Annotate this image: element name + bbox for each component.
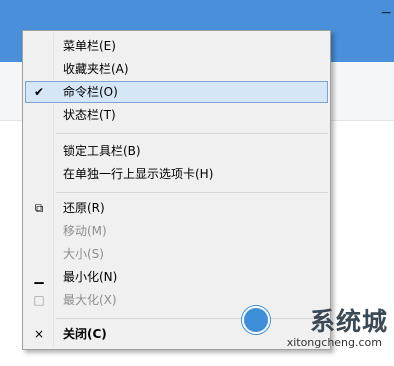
menu-item-tabs-on-separate-row[interactable]: 在单独一行上显示选项卡(H)	[25, 163, 328, 185]
restore-icon: ⧉	[34, 201, 44, 215]
menu-separator	[56, 133, 328, 134]
status-bar-check	[31, 107, 47, 123]
menu-item-status-bar[interactable]: 状态栏(T)	[25, 104, 328, 126]
menu-item-label: 命令栏(O)	[63, 85, 118, 99]
menu-item-label: 菜单栏(E)	[63, 39, 116, 53]
site-watermark: 系统城 xitongcheng.com	[228, 298, 388, 358]
menu-item-label: 关闭(C)	[63, 327, 107, 341]
minimize-window-icon[interactable]: −	[380, 6, 392, 20]
minimize-icon: ▁	[34, 270, 44, 284]
menu-item-move: 移动(M)	[25, 220, 328, 242]
close-icon: ×	[33, 327, 45, 341]
menu-item-restore[interactable]: ⧉ 还原(R)	[25, 197, 328, 219]
menu-item-label: 收藏夹栏(A)	[63, 62, 129, 76]
menu-item-label: 移动(M)	[63, 224, 107, 238]
menu-item-favorites-bar[interactable]: 收藏夹栏(A)	[25, 58, 328, 80]
menu-item-command-bar[interactable]: ✔ 命令栏(O)	[25, 81, 328, 103]
menu-item-lock-toolbars[interactable]: 锁定工具栏(B)	[25, 140, 328, 162]
menu-item-label: 最小化(N)	[63, 270, 118, 284]
menu-item-menubar[interactable]: 菜单栏(E)	[25, 35, 328, 57]
favorites-bar-check	[31, 61, 47, 77]
menu-separator	[56, 192, 328, 193]
menu-item-minimize[interactable]: ▁ 最小化(N)	[25, 266, 328, 288]
menu-item-size: 大小(S)	[25, 243, 328, 265]
menu-item-label: 状态栏(T)	[63, 108, 116, 122]
menu-item-label: 锁定工具栏(B)	[63, 144, 141, 158]
menu-item-label: 还原(R)	[63, 201, 105, 215]
menu-item-label: 在单独一行上显示选项卡(H)	[63, 167, 214, 181]
watermark-logo-icon	[242, 306, 270, 334]
menubar-check	[31, 38, 47, 54]
maximize-icon: □	[33, 293, 45, 307]
menu-item-label: 大小(S)	[63, 247, 104, 261]
watermark-site-name: 系统城	[309, 307, 388, 336]
watermark-site-url: xitongcheng.com	[286, 336, 382, 349]
checkmark-icon: ✔	[33, 85, 45, 99]
menu-item-label: 最大化(X)	[63, 293, 117, 307]
